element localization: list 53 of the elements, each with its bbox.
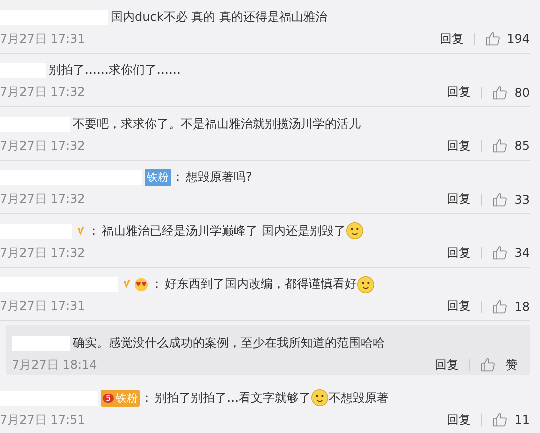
timestamp: 7月27日 17:31	[0, 30, 86, 48]
like-count: 85	[514, 139, 530, 153]
thumbs-up-icon[interactable]	[485, 31, 502, 47]
colon-text: ：	[88, 222, 100, 240]
comment-text: 确实。感觉没什么成功的案例，至少在我所知道的范围哈哈	[73, 334, 385, 352]
reply-link[interactable]: 回复	[447, 191, 471, 208]
comment-text: 不想毁原著	[329, 390, 390, 406]
like-count: 18	[514, 300, 530, 314]
reply-link[interactable]: 回复	[435, 356, 459, 374]
reply-link[interactable]: 回复	[440, 30, 464, 48]
timestamp: 7月27日 17:51	[0, 412, 86, 428]
timestamp: 7月27日 17:31	[0, 298, 86, 315]
smiley-icon	[346, 222, 364, 240]
thumbs-up-icon[interactable]	[480, 357, 496, 373]
thumbs-up-icon[interactable]	[492, 192, 508, 208]
like-count: 194	[507, 32, 530, 46]
heart-badge-icon	[134, 277, 149, 292]
thumbs-up-icon[interactable]	[492, 84, 508, 100]
like-count: 80	[514, 86, 530, 100]
reply-link[interactable]: 回复	[447, 138, 471, 154]
timestamp: 7月27日 17:32	[0, 84, 86, 101]
reply-link[interactable]: 回复	[447, 298, 471, 315]
comment-text: 国内duck不必 真的 真的还得是福山雅治	[111, 8, 328, 26]
comment-text: 想毁原著吗?	[186, 169, 252, 186]
verified-icon	[77, 226, 85, 236]
like-count: 34	[514, 246, 530, 260]
colon-text: ：	[141, 390, 154, 406]
timestamp: 7月27日 17:32	[0, 191, 86, 208]
verified-icon	[123, 279, 131, 290]
colon-text: ：	[151, 276, 163, 293]
timestamp: 7月27日 17:32	[0, 138, 86, 154]
like-count: 11	[514, 413, 530, 427]
thumbs-up-icon[interactable]	[492, 298, 508, 314]
comment-text: 福山雅治已经是汤川学巅峰了 国内还是别毁了	[102, 222, 346, 240]
comment-text: 别拍了别拍了…看文字就够了	[155, 390, 312, 406]
fan-badge: 铁粉	[145, 169, 171, 186]
colon-text: ：	[172, 169, 184, 186]
comment-text: 不要吧，求求你了。不是福山雅治就别揽汤川学的活儿	[73, 116, 361, 132]
smiley-icon	[311, 389, 330, 407]
thumbs-up-icon[interactable]	[492, 412, 508, 428]
reply-link[interactable]: 回复	[447, 244, 471, 262]
comment-text: 好东西到了国内改编，都得谨慎看好	[165, 276, 357, 293]
fan-badge: 5 铁粉	[101, 390, 140, 406]
reply-link[interactable]: 回复	[447, 412, 471, 428]
reply-link[interactable]: 回复	[447, 84, 471, 101]
like-count: 赞	[505, 356, 518, 374]
thumbs-up-icon[interactable]	[492, 138, 508, 154]
like-count: 33	[514, 192, 530, 206]
smiley-icon	[357, 276, 375, 294]
timestamp: 7月27日 17:32	[0, 244, 86, 262]
thumbs-up-icon[interactable]	[492, 245, 508, 261]
timestamp: 7月27日 18:14	[12, 356, 98, 374]
comment-text: 别拍了……求你们了……	[49, 62, 181, 79]
